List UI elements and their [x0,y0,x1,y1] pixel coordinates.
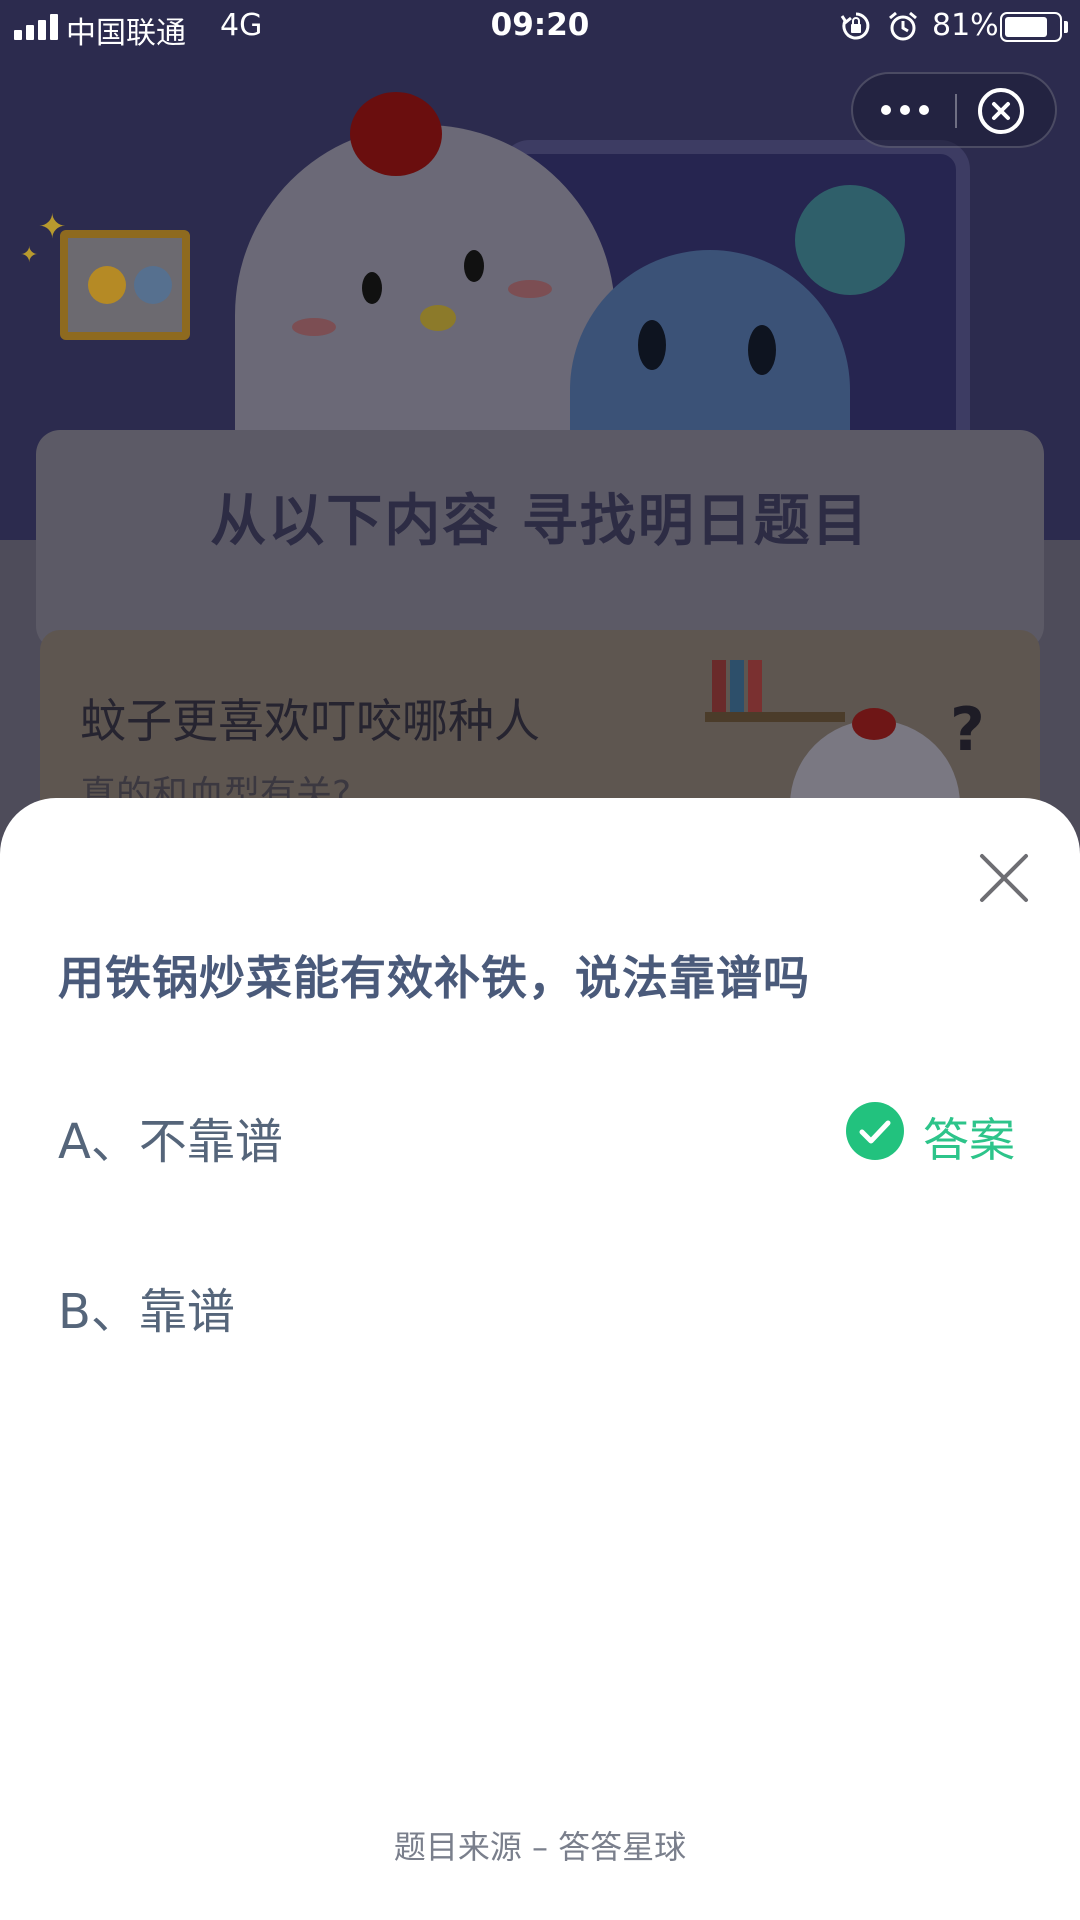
chicken-comb-illustration [350,92,442,176]
chicken-eye [362,272,382,304]
gold-medal-icon [88,266,126,304]
rotation-lock-icon [840,12,870,40]
battery-icon [1000,12,1062,42]
banner-card: 从以下内容 寻找明日题目 [36,430,1044,650]
planet-illustration [795,185,905,295]
medal-frame-illustration [60,230,190,340]
mini-chicken-comb [852,708,896,740]
check-icon [846,1102,904,1160]
option-b[interactable]: B、靠谱 [0,1246,1080,1356]
close-circle-icon[interactable] [978,88,1024,134]
blue-medal-icon [134,266,172,304]
question-text: 用铁锅炒菜能有效补铁，说法靠谱吗 [58,951,810,1005]
capsule-divider [955,94,957,128]
sparkle-icon: ✦ [20,243,39,268]
bookshelf-illustration [705,712,845,722]
option-b-label: B、靠谱 [58,1284,235,1340]
alarm-icon [889,11,917,41]
question-mark-icon: ? [950,695,985,765]
option-a-label: A、不靠谱 [58,1114,283,1170]
banner-title: 从以下内容 寻找明日题目 [210,489,870,554]
question-source: 题目来源 – 答答星球 [393,1828,687,1866]
option-a[interactable]: A、不靠谱 答案 [0,1076,1080,1186]
chicken-eye [464,250,484,282]
battery-percent: 81% [932,8,999,43]
close-icon[interactable] [978,852,1030,904]
book-illustration [712,660,726,712]
more-icon[interactable] [853,74,956,146]
capsule-menu [851,72,1057,148]
blue-mascot-eye [748,325,776,375]
book-illustration [730,660,744,712]
article-title: 蚊子更喜欢叮咬哪种人 [80,694,540,748]
battery-fill [1005,17,1048,37]
answer-label: 答案 [923,1113,1015,1167]
chicken-beak [420,305,456,331]
chicken-cheek [292,318,336,336]
battery-nub [1064,21,1068,33]
status-bar: 中国联通 4G 09:20 81% [0,0,1080,54]
book-illustration [748,660,762,712]
chicken-cheek [508,280,552,298]
blue-mascot-eye [638,320,666,370]
